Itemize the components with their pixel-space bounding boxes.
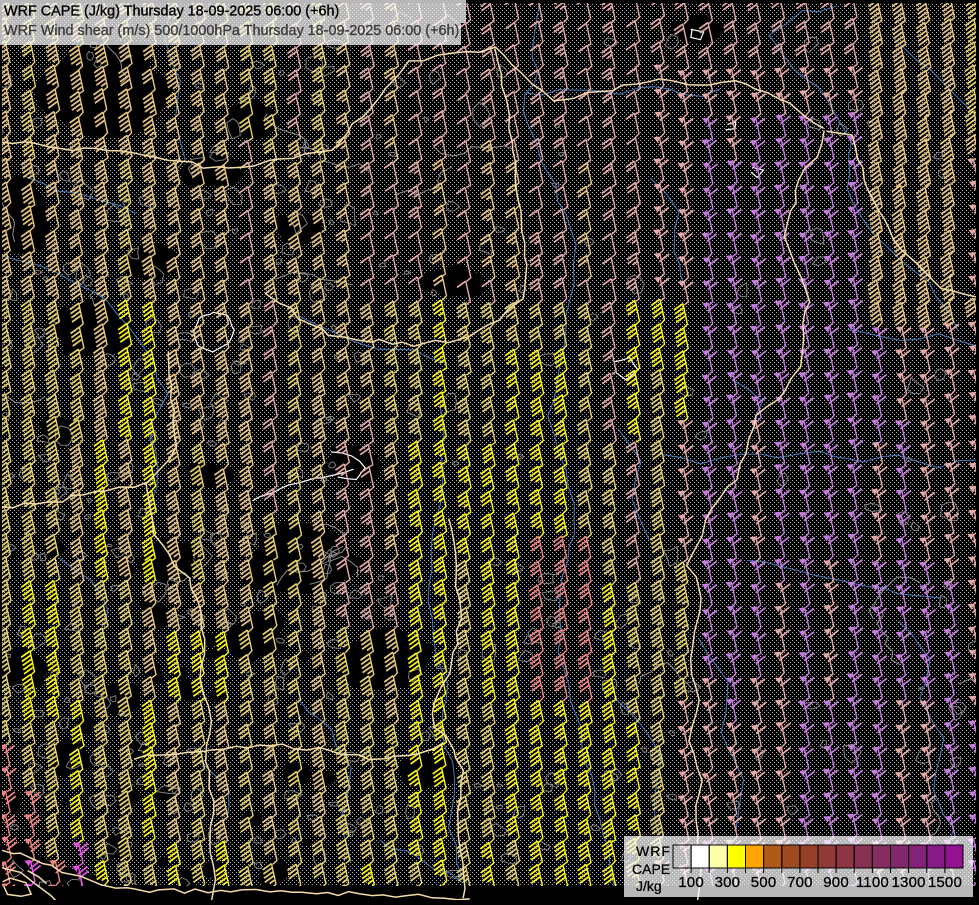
svg-text:CAPE: CAPE (632, 861, 670, 877)
svg-text:1100: 1100 (856, 874, 889, 891)
svg-text:WRF: WRF (636, 843, 671, 859)
svg-text:300: 300 (715, 874, 741, 891)
svg-text:900: 900 (823, 874, 849, 891)
svg-text:J/kg: J/kg (636, 878, 662, 894)
svg-text:1300: 1300 (892, 874, 926, 891)
svg-text:WRF CAPE (J/kg) Thursday 18-09: WRF CAPE (J/kg) Thursday 18-09-2025 06:0… (4, 4, 339, 20)
svg-text:WRF Wind shear (m/s) 500/1000h: WRF Wind shear (m/s) 500/1000hPa Thursda… (4, 23, 459, 39)
svg-text:500: 500 (751, 874, 777, 891)
svg-text:1500: 1500 (928, 874, 962, 891)
svg-text:700: 700 (787, 874, 813, 891)
svg-text:100: 100 (678, 874, 704, 891)
